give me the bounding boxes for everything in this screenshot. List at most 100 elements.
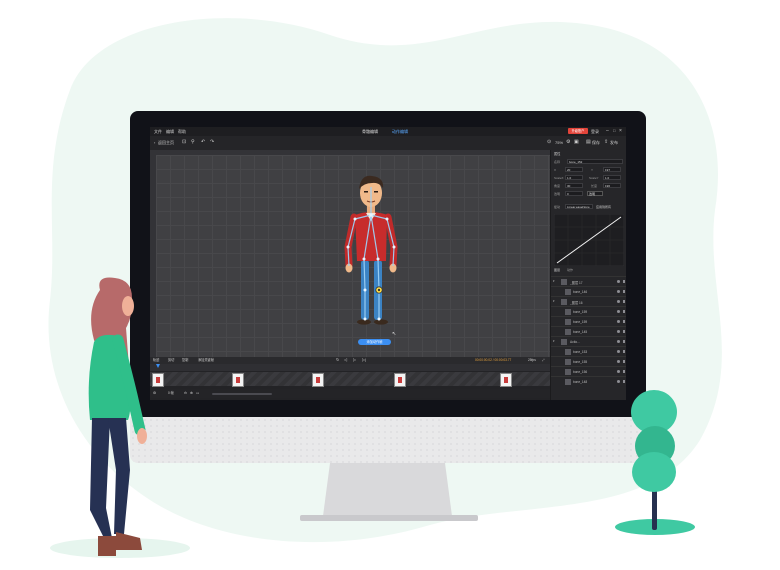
lock-icon[interactable]: [622, 370, 625, 373]
zoom-in-icon[interactable]: ⊕: [190, 391, 193, 396]
publish-icon[interactable]: ⇪: [604, 140, 608, 145]
timeline-ruler[interactable]: [150, 364, 550, 371]
lock-icon[interactable]: [622, 350, 625, 353]
redo-icon[interactable]: ↷: [210, 140, 214, 145]
visibility-icon[interactable]: [617, 320, 620, 323]
menu-help[interactable]: 帮助: [178, 130, 186, 134]
visibility-icon[interactable]: [617, 310, 620, 313]
crop-icon[interactable]: ⊡: [182, 140, 186, 145]
fps-select[interactable]: 25fps: [528, 358, 536, 362]
alpha-toggle-button[interactable]: 透明: [587, 191, 603, 196]
layers-subtab[interactable]: 动作: [567, 269, 573, 272]
pin-icon[interactable]: ⚲: [191, 140, 195, 145]
prop-field-y[interactable]: 197: [603, 167, 621, 172]
prop-field-alpha[interactable]: 0: [565, 191, 583, 196]
layer-thumbnail: [561, 339, 567, 345]
keyframe-thumbnail[interactable]: [312, 373, 324, 387]
expand-timeline-icon[interactable]: ⤢: [542, 358, 545, 362]
zoom-out-icon[interactable]: ⊖: [184, 391, 187, 396]
lock-icon[interactable]: [622, 280, 625, 283]
lock-icon[interactable]: [622, 380, 625, 383]
lock-icon[interactable]: [622, 300, 625, 303]
visibility-icon[interactable]: [617, 350, 620, 353]
upgrade-button[interactable]: 升级账户: [568, 128, 588, 134]
lock-icon[interactable]: [622, 290, 625, 293]
add-motion-frame-button[interactable]: 添加动作帧: [358, 339, 391, 345]
fit-icon[interactable]: ▣: [574, 140, 579, 145]
layer-row[interactable]: bone_148: [551, 376, 626, 387]
close-icon[interactable]: ×: [619, 129, 622, 134]
maximize-icon[interactable]: □: [613, 129, 615, 133]
expand-icon[interactable]: ▾: [553, 339, 555, 343]
visibility-icon[interactable]: [617, 280, 620, 283]
visibility-icon[interactable]: [617, 380, 620, 383]
next-frame-icon[interactable]: ▷|: [362, 358, 366, 362]
prop-label-x: X: [554, 168, 557, 172]
prop-label-length: 长度: [591, 184, 598, 188]
lock-icon[interactable]: [622, 330, 625, 333]
visibility-icon[interactable]: [617, 360, 620, 363]
zoom-icon[interactable]: ⊙: [547, 140, 551, 145]
layer-name: bone_148: [573, 380, 588, 384]
add-keyframe-button[interactable]: 添加关键帧: [198, 358, 214, 362]
layer-name: _图层 17: [570, 281, 583, 285]
easing-select[interactable]: Linear.easeNone: [565, 204, 593, 209]
expand-icon[interactable]: ▾: [553, 299, 555, 303]
undo-icon[interactable]: ↶: [201, 140, 205, 145]
visibility-icon[interactable]: [617, 340, 620, 343]
visibility-icon[interactable]: [617, 290, 620, 293]
save-icon[interactable]: ▤: [586, 140, 591, 145]
visibility-icon[interactable]: [617, 370, 620, 373]
expand-icon[interactable]: ▾: [553, 279, 555, 283]
stage-canvas[interactable]: 添加动作帧 ↖: [156, 155, 550, 357]
back-icon[interactable]: ‹: [154, 141, 155, 145]
toolbar: ‹ 返回主页 ⊡ ⚲ ↶ ↷ ⊙ 75% ⚙ ▣ ▤ 保存 ⇪ 发布: [150, 136, 626, 151]
prop-field-length[interactable]: 196: [603, 183, 621, 188]
visibility-icon[interactable]: [617, 300, 620, 303]
easing-label: 缓动: [554, 205, 561, 209]
zoom-level[interactable]: 75%: [555, 141, 563, 145]
login-link[interactable]: 登录: [591, 130, 599, 134]
timeline-track[interactable]: [150, 372, 550, 387]
copy-button[interactable]: 复制: [182, 358, 188, 362]
prop-label-scaley: ScaleY: [589, 176, 599, 180]
prev-frame-icon[interactable]: ◁: [344, 358, 347, 362]
prop-field-angle[interactable]: 30: [565, 183, 583, 188]
minimize-icon[interactable]: –: [606, 129, 609, 134]
lock-icon[interactable]: [622, 340, 625, 343]
bone-thumbnail: [565, 289, 571, 295]
name-field[interactable]: bone_152: [567, 159, 623, 164]
prop-field-scalex[interactable]: 1.0: [565, 175, 583, 180]
lock-icon[interactable]: [622, 360, 625, 363]
timeline-scrollbar[interactable]: [212, 393, 272, 395]
settings-icon[interactable]: ⚙: [566, 140, 570, 145]
layer-thumbnail: [561, 279, 567, 285]
properties-panel: 属性 名称 bone_152 X 20 Y 197 ScaleX 1.0 Sca…: [550, 150, 626, 400]
keyframe-thumbnail[interactable]: [232, 373, 244, 387]
fit-timeline-icon[interactable]: ▭: [196, 391, 199, 396]
easing-curve-graph[interactable]: [554, 214, 624, 266]
bone-thumbnail: [565, 359, 571, 365]
apply-all-button[interactable]: 应用到所有: [596, 206, 611, 209]
menu-edit[interactable]: 编辑: [166, 130, 174, 134]
visibility-icon[interactable]: [617, 330, 620, 333]
bone-thumbnail: [565, 329, 571, 335]
character-rig[interactable]: [156, 155, 550, 357]
prop-field-scaley[interactable]: 1.0: [603, 175, 621, 180]
layer-name: bone_145: [573, 330, 588, 334]
keyframe-thumbnail[interactable]: [394, 373, 406, 387]
layer-name: bone_159: [573, 310, 588, 314]
tab-motion-edit[interactable]: 动作编辑: [392, 130, 408, 134]
save-button[interactable]: 保存: [592, 141, 600, 145]
woman-illustration: [88, 277, 147, 556]
lock-icon[interactable]: [622, 310, 625, 313]
prop-field-x[interactable]: 20: [565, 167, 583, 172]
lock-icon[interactable]: [622, 320, 625, 323]
loop-icon[interactable]: ↻: [336, 358, 339, 362]
back-button[interactable]: 返回主页: [158, 141, 174, 145]
tab-bone-edit[interactable]: 骨骼编辑: [362, 130, 378, 134]
play-icon[interactable]: ▷: [353, 358, 356, 362]
keyframe-thumbnail[interactable]: [500, 373, 512, 387]
publish-button[interactable]: 发布: [610, 141, 618, 145]
menu-file[interactable]: 文件: [154, 130, 162, 134]
